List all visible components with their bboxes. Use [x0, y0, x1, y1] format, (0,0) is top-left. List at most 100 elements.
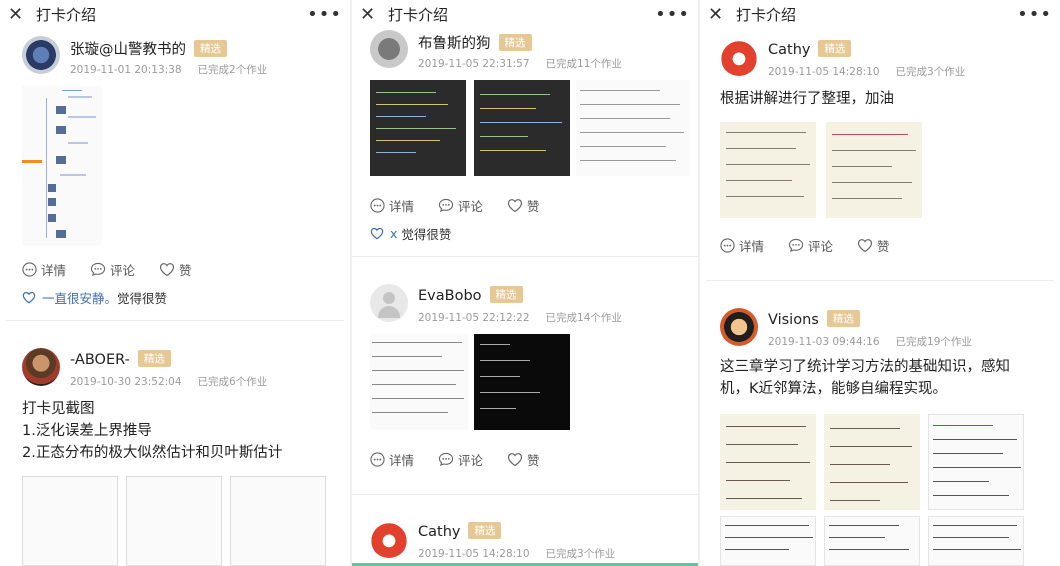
- more-icon[interactable]: •••: [307, 4, 342, 25]
- featured-badge: 精选: [826, 310, 860, 327]
- more-icon[interactable]: •••: [655, 4, 690, 25]
- like-button[interactable]: 赞: [507, 196, 540, 215]
- comment-button[interactable]: 评论: [438, 196, 483, 215]
- divider: [352, 494, 698, 495]
- likes-suffix: 觉得很赞: [401, 227, 452, 242]
- post-meta: 2019-11-05 22:31:57 已完成11个作业: [418, 56, 622, 71]
- comment-button[interactable]: 评论: [438, 450, 483, 469]
- post-image-code[interactable]: [720, 516, 816, 566]
- post-image-mindmap[interactable]: [22, 86, 102, 246]
- detail-icon: [370, 452, 385, 467]
- post-image-terminal[interactable]: [474, 334, 570, 430]
- post-image-formulas[interactable]: [576, 80, 690, 176]
- liked-user[interactable]: 一直很安静。: [42, 288, 117, 307]
- like-icon: [507, 199, 523, 213]
- avatar[interactable]: [370, 520, 408, 558]
- divider: [352, 256, 698, 257]
- post-image-notes[interactable]: [720, 414, 816, 510]
- more-icon[interactable]: •••: [1017, 4, 1052, 25]
- post-time: 2019-11-05 14:28:10: [418, 548, 530, 560]
- likes-suffix: 觉得很赞: [117, 291, 168, 306]
- post-time: 2019-11-05 14:28:10: [768, 66, 880, 78]
- like-button[interactable]: 赞: [507, 450, 540, 469]
- action-bar: 详情 评论 赞: [370, 196, 564, 215]
- action-bar: 详情 评论 赞: [370, 450, 564, 469]
- avatar[interactable]: [370, 30, 408, 68]
- liked-user[interactable]: x: [390, 226, 397, 241]
- close-icon[interactable]: ✕: [8, 4, 30, 25]
- username[interactable]: 张璇@山警教书的 精选: [70, 38, 227, 59]
- completed-count: 已完成6个作业: [197, 376, 268, 388]
- post-image-notes[interactable]: [126, 476, 222, 566]
- post-meta: 2019-11-01 20:13:38 已完成2个作业: [70, 62, 267, 77]
- avatar[interactable]: [370, 284, 408, 322]
- post-image-output[interactable]: [370, 334, 468, 430]
- post-card: Cathy 精选 2019-11-05 14:28:10 已完成3个作业 根据讲解进…: [720, 38, 1050, 254]
- username-text[interactable]: EvaBobo: [418, 288, 482, 304]
- username-text[interactable]: -ABOER-: [70, 352, 130, 368]
- comment-icon: [788, 238, 804, 253]
- username[interactable]: 布鲁斯的狗 精选: [418, 32, 532, 53]
- username[interactable]: EvaBobo 精选: [418, 286, 523, 304]
- post-text-line: 这三章学习了统计学习方法的基础知识，感知: [720, 359, 1010, 375]
- username-text[interactable]: Cathy: [418, 524, 460, 540]
- detail-button[interactable]: 详情: [720, 236, 764, 255]
- featured-badge: 精选: [489, 286, 523, 303]
- avatar[interactable]: [720, 38, 758, 76]
- avatar[interactable]: [22, 348, 60, 386]
- post-time: 2019-11-03 09:44:16: [768, 336, 880, 348]
- post-card: -ABOER- 精选 2019-10-30 23:52:04 已完成6个作业 打卡见…: [22, 348, 340, 566]
- featured-badge: 精选: [818, 40, 852, 57]
- like-label: 赞: [179, 263, 192, 278]
- liked-heart-icon: [22, 291, 36, 304]
- username[interactable]: -ABOER- 精选: [70, 350, 171, 368]
- like-icon: [159, 263, 175, 277]
- detail-button[interactable]: 详情: [370, 196, 414, 215]
- detail-label: 详情: [389, 199, 415, 214]
- like-label: 赞: [527, 453, 540, 468]
- post-image-code[interactable]: [824, 516, 920, 566]
- likes-row: 一直很安静。 觉得很赞: [22, 288, 167, 307]
- post-image-code[interactable]: [474, 80, 570, 176]
- like-button[interactable]: 赞: [159, 260, 192, 279]
- comment-button[interactable]: 评论: [788, 236, 833, 255]
- divider: [6, 320, 344, 321]
- username[interactable]: Cathy 精选: [418, 522, 502, 540]
- post-image-notes[interactable]: [826, 122, 922, 218]
- completed-count: 已完成14个作业: [545, 312, 622, 324]
- post-meta: 2019-11-05 14:28:10 已完成3个作业: [768, 64, 965, 79]
- post-image-notes[interactable]: [230, 476, 326, 566]
- comment-button[interactable]: 评论: [90, 260, 135, 279]
- feed-panel-3: ✕ 打卡介绍 ••• Cathy 精选 2019-11-05 14:28:10 已完…: [700, 0, 1060, 566]
- like-button[interactable]: 赞: [857, 236, 890, 255]
- username-text[interactable]: 布鲁斯的狗: [418, 36, 491, 52]
- post-image-code[interactable]: [928, 516, 1024, 566]
- avatar[interactable]: [720, 308, 758, 346]
- username[interactable]: Cathy 精选: [768, 40, 852, 58]
- comment-label: 评论: [110, 263, 136, 278]
- post-time: 2019-10-30 23:52:04: [70, 376, 182, 388]
- post-card: 张璇@山警教书的精选 2019-11-01 20:13:38 已完成2个作业: [22, 36, 340, 306]
- username-text[interactable]: 张璇@山警教书的: [70, 42, 186, 58]
- post-image-notes[interactable]: [22, 476, 118, 566]
- detail-label: 详情: [41, 263, 67, 278]
- comment-icon: [438, 452, 454, 467]
- post-text-line: 2.正态分布的极大似然估计和贝叶斯估计: [22, 445, 283, 461]
- detail-button[interactable]: 详情: [370, 450, 414, 469]
- completed-count: 已完成19个作业: [895, 336, 972, 348]
- post-image-notes[interactable]: [720, 122, 816, 218]
- post-image-code[interactable]: [928, 414, 1024, 510]
- username-text[interactable]: Cathy: [768, 42, 810, 58]
- comment-label: 评论: [458, 453, 484, 468]
- avatar[interactable]: [22, 36, 60, 74]
- username[interactable]: Visions 精选: [768, 310, 860, 328]
- close-icon[interactable]: ✕: [708, 4, 730, 25]
- post-image-notes[interactable]: [824, 414, 920, 510]
- featured-badge: 精选: [498, 34, 532, 51]
- username-text[interactable]: Visions: [768, 312, 819, 328]
- detail-button[interactable]: 详情: [22, 260, 66, 279]
- close-icon[interactable]: ✕: [360, 4, 382, 25]
- post-image-code[interactable]: [370, 80, 466, 176]
- featured-badge: 精选: [194, 40, 227, 57]
- post-text: 根据讲解进行了整理，加油: [720, 88, 894, 110]
